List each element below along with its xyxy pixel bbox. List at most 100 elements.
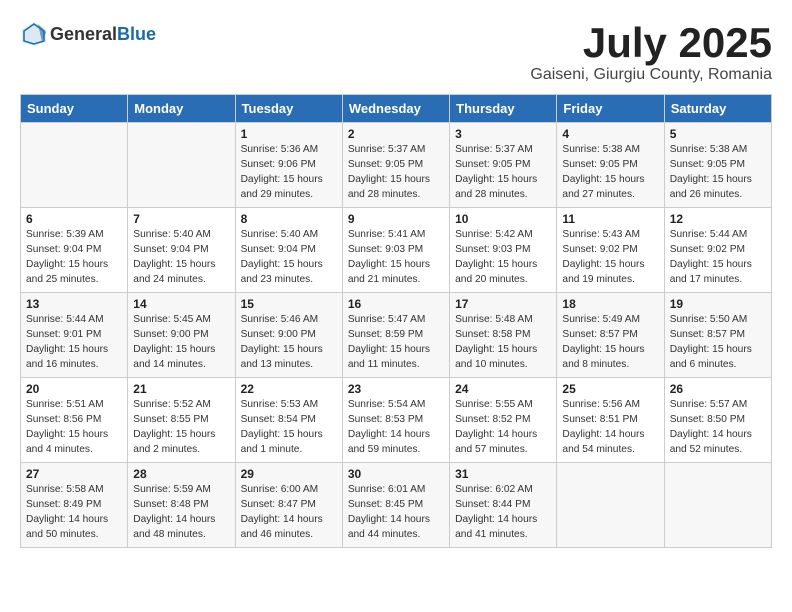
calendar-cell: 6Sunrise: 5:39 AMSunset: 9:04 PMDaylight…: [21, 208, 128, 293]
calendar-cell: 12 Sunrise: 5:44 AMSunset: 9:02 PMDayligh…: [664, 208, 771, 293]
day-number: 1: [241, 127, 337, 141]
day-of-week-header: Thursday: [450, 95, 557, 123]
calendar-cell: [664, 463, 771, 548]
calendar-cell: 5 Sunrise: 5:38 AMSunset: 9:05 PMDaylight…: [664, 123, 771, 208]
day-number: 14: [133, 297, 229, 311]
calendar-cell: 21Sunrise: 5:52 AMSunset: 8:55 PMDayligh…: [128, 378, 235, 463]
page-header: GeneralBlue July 2025 Gaiseni, Giurgiu C…: [20, 20, 772, 84]
day-detail: Sunrise: 5:50 AMSunset: 8:57 PMDaylight:…: [670, 313, 766, 372]
calendar-cell: 28 Sunrise: 5:59 AMSunset: 8:48 PMDayligh…: [128, 463, 235, 548]
logo-icon: [20, 20, 48, 48]
day-number: 18: [562, 297, 658, 311]
calendar-cell: 24 Sunrise: 5:55 AMSunset: 8:52 PMDayligh…: [450, 378, 557, 463]
calendar-table: SundayMondayTuesdayWednesdayThursdayFrid…: [20, 94, 772, 548]
calendar-cell: 16Sunrise: 5:47 AMSunset: 8:59 PMDayligh…: [342, 293, 449, 378]
day-detail: Sunrise: 5:59 AMSunset: 8:48 PMDaylight:…: [133, 483, 229, 542]
day-number: 17: [455, 297, 551, 311]
day-number: 8: [241, 212, 337, 226]
day-number: 5: [670, 127, 766, 141]
day-detail: Sunrise: 5:51 AMSunset: 8:56 PMDaylight:…: [26, 398, 122, 457]
calendar-cell: 15 Sunrise: 5:46 AMSunset: 9:00 PMDayligh…: [235, 293, 342, 378]
day-detail: Sunrise: 5:52 AMSunset: 8:55 PMDaylight:…: [133, 398, 229, 457]
calendar-week-row: 20 Sunrise: 5:51 AMSunset: 8:56 PMDayligh…: [21, 378, 772, 463]
day-detail: Sunrise: 5:57 AMSunset: 8:50 PMDaylight:…: [670, 398, 766, 457]
day-detail: Sunrise: 6:01 AMSunset: 8:45 PMDaylight:…: [348, 483, 444, 542]
day-detail: Sunrise: 5:38 AMSunset: 9:05 PMDaylight:…: [562, 143, 658, 202]
day-detail: Sunrise: 5:38 AMSunset: 9:05 PMDaylight:…: [670, 143, 766, 202]
calendar-cell: 23Sunrise: 5:54 AMSunset: 8:53 PMDayligh…: [342, 378, 449, 463]
calendar-cell: 25Sunrise: 5:56 AMSunset: 8:51 PMDayligh…: [557, 378, 664, 463]
day-number: 2: [348, 127, 444, 141]
calendar-cell: 3 Sunrise: 5:37 AMSunset: 9:05 PMDaylight…: [450, 123, 557, 208]
calendar-cell: 17 Sunrise: 5:48 AMSunset: 8:58 PMDayligh…: [450, 293, 557, 378]
location-subtitle: Gaiseni, Giurgiu County, Romania: [530, 66, 772, 84]
day-number: 25: [562, 382, 658, 396]
day-number: 16: [348, 297, 444, 311]
day-of-week-header: Friday: [557, 95, 664, 123]
calendar-cell: 19 Sunrise: 5:50 AMSunset: 8:57 PMDayligh…: [664, 293, 771, 378]
day-detail: Sunrise: 5:40 AMSunset: 9:04 PMDaylight:…: [241, 228, 337, 287]
day-detail: Sunrise: 6:02 AMSunset: 8:44 PMDaylight:…: [455, 483, 551, 542]
day-of-week-header: Wednesday: [342, 95, 449, 123]
calendar-week-row: 6Sunrise: 5:39 AMSunset: 9:04 PMDaylight…: [21, 208, 772, 293]
day-number: 24: [455, 382, 551, 396]
calendar-cell: 13 Sunrise: 5:44 AMSunset: 9:01 PMDayligh…: [21, 293, 128, 378]
day-number: 4: [562, 127, 658, 141]
calendar-cell: 11 Sunrise: 5:43 AMSunset: 9:02 PMDayligh…: [557, 208, 664, 293]
calendar-cell: [128, 123, 235, 208]
day-detail: Sunrise: 5:48 AMSunset: 8:58 PMDaylight:…: [455, 313, 551, 372]
calendar-week-row: 1 Sunrise: 5:36 AMSunset: 9:06 PMDaylight…: [21, 123, 772, 208]
day-detail: Sunrise: 5:41 AMSunset: 9:03 PMDaylight:…: [348, 228, 444, 287]
day-detail: Sunrise: 5:55 AMSunset: 8:52 PMDaylight:…: [455, 398, 551, 457]
calendar-cell: 2 Sunrise: 5:37 AMSunset: 9:05 PMDaylight…: [342, 123, 449, 208]
logo-general: General: [50, 24, 117, 44]
calendar-week-row: 13 Sunrise: 5:44 AMSunset: 9:01 PMDayligh…: [21, 293, 772, 378]
calendar-cell: 18 Sunrise: 5:49 AMSunset: 8:57 PMDayligh…: [557, 293, 664, 378]
day-detail: Sunrise: 5:37 AMSunset: 9:05 PMDaylight:…: [455, 143, 551, 202]
calendar-cell: 20 Sunrise: 5:51 AMSunset: 8:56 PMDayligh…: [21, 378, 128, 463]
day-of-week-header: Monday: [128, 95, 235, 123]
day-detail: Sunrise: 5:40 AMSunset: 9:04 PMDaylight:…: [133, 228, 229, 287]
day-number: 11: [562, 212, 658, 226]
logo-blue: Blue: [117, 24, 156, 44]
logo: GeneralBlue: [20, 20, 156, 48]
calendar-cell: [557, 463, 664, 548]
day-number: 30: [348, 467, 444, 481]
calendar-week-row: 27 Sunrise: 5:58 AMSunset: 8:49 PMDayligh…: [21, 463, 772, 548]
day-of-week-header: Sunday: [21, 95, 128, 123]
day-detail: Sunrise: 5:36 AMSunset: 9:06 PMDaylight:…: [241, 143, 337, 202]
title-block: July 2025 Gaiseni, Giurgiu County, Roman…: [530, 20, 772, 84]
day-number: 12: [670, 212, 766, 226]
day-detail: Sunrise: 5:44 AMSunset: 9:01 PMDaylight:…: [26, 313, 122, 372]
calendar-cell: [21, 123, 128, 208]
day-number: 3: [455, 127, 551, 141]
calendar-cell: 8 Sunrise: 5:40 AMSunset: 9:04 PMDaylight…: [235, 208, 342, 293]
calendar-cell: 27 Sunrise: 5:58 AMSunset: 8:49 PMDayligh…: [21, 463, 128, 548]
calendar-cell: 30 Sunrise: 6:01 AMSunset: 8:45 PMDayligh…: [342, 463, 449, 548]
day-detail: Sunrise: 5:43 AMSunset: 9:02 PMDaylight:…: [562, 228, 658, 287]
day-number: 13: [26, 297, 122, 311]
day-number: 9: [348, 212, 444, 226]
calendar-cell: 22Sunrise: 5:53 AMSunset: 8:54 PMDayligh…: [235, 378, 342, 463]
day-number: 6: [26, 212, 122, 226]
calendar-cell: 4 Sunrise: 5:38 AMSunset: 9:05 PMDaylight…: [557, 123, 664, 208]
day-detail: Sunrise: 5:58 AMSunset: 8:49 PMDaylight:…: [26, 483, 122, 542]
day-number: 15: [241, 297, 337, 311]
day-number: 22: [241, 382, 337, 396]
calendar-cell: 26 Sunrise: 5:57 AMSunset: 8:50 PMDayligh…: [664, 378, 771, 463]
day-number: 19: [670, 297, 766, 311]
day-detail: Sunrise: 5:49 AMSunset: 8:57 PMDaylight:…: [562, 313, 658, 372]
day-number: 26: [670, 382, 766, 396]
day-detail: Sunrise: 5:37 AMSunset: 9:05 PMDaylight:…: [348, 143, 444, 202]
day-of-week-header: Saturday: [664, 95, 771, 123]
day-detail: Sunrise: 5:45 AMSunset: 9:00 PMDaylight:…: [133, 313, 229, 372]
day-number: 31: [455, 467, 551, 481]
day-number: 28: [133, 467, 229, 481]
day-number: 27: [26, 467, 122, 481]
day-number: 20: [26, 382, 122, 396]
day-detail: Sunrise: 5:44 AMSunset: 9:02 PMDaylight:…: [670, 228, 766, 287]
calendar-cell: 9 Sunrise: 5:41 AMSunset: 9:03 PMDaylight…: [342, 208, 449, 293]
calendar-cell: 29Sunrise: 6:00 AMSunset: 8:47 PMDayligh…: [235, 463, 342, 548]
calendar-cell: 10Sunrise: 5:42 AMSunset: 9:03 PMDayligh…: [450, 208, 557, 293]
day-detail: Sunrise: 5:46 AMSunset: 9:00 PMDaylight:…: [241, 313, 337, 372]
